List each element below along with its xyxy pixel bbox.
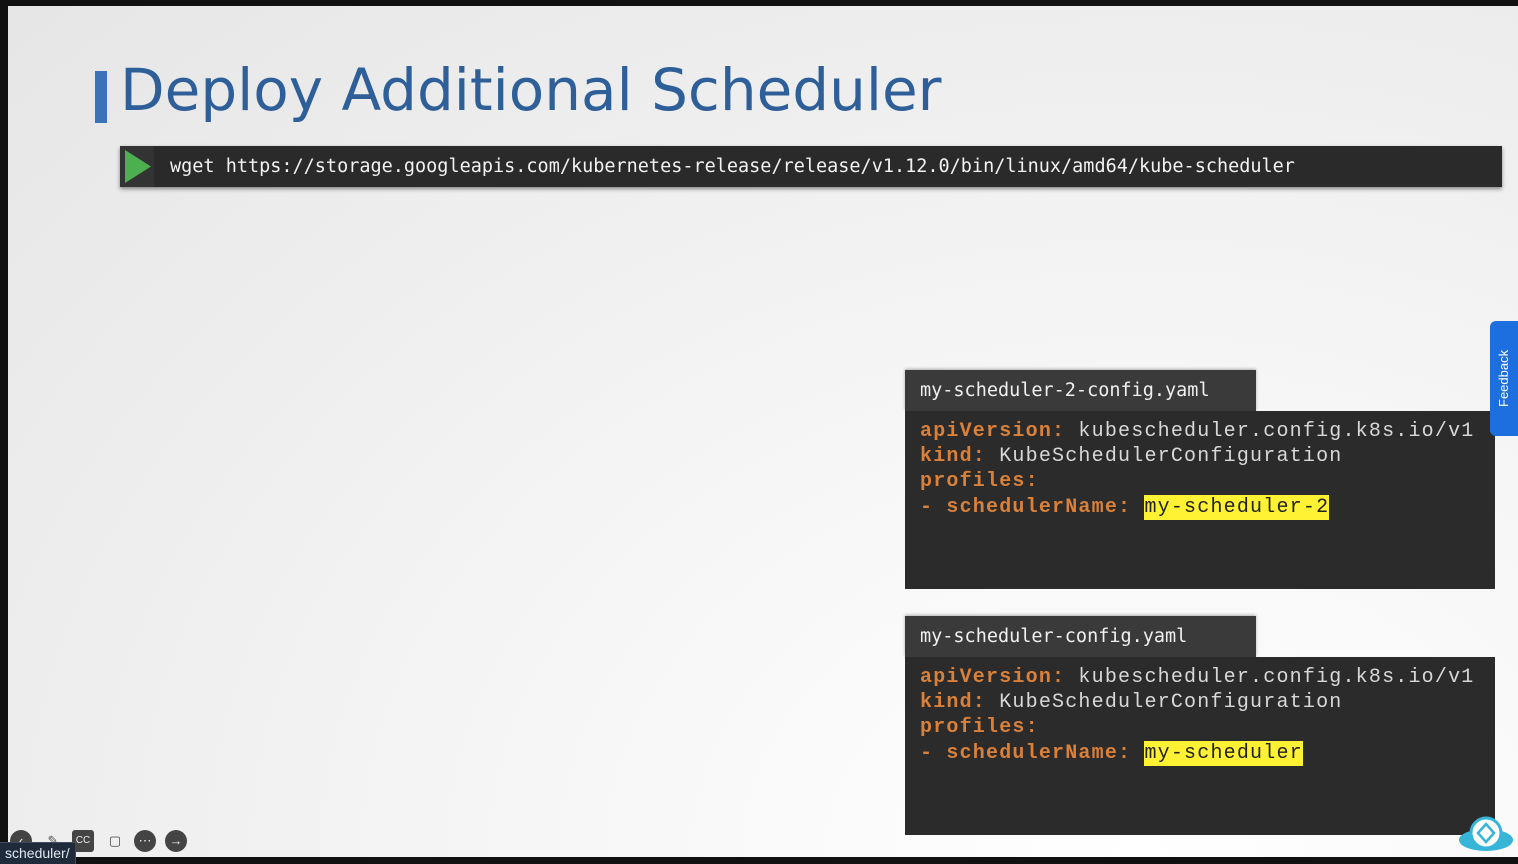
code-line: kind: KubeSchedulerConfiguration: [920, 445, 1343, 468]
code-line: apiVersion: kubescheduler.config.k8s.io/…: [920, 420, 1475, 443]
code-line: - schedulerName: my-scheduler-2: [920, 495, 1330, 520]
file-name: my-scheduler-2-config.yaml: [920, 380, 1210, 401]
next-icon[interactable]: →: [165, 830, 187, 852]
feedback-button[interactable]: Feedback: [1490, 321, 1518, 436]
feedback-label: Feedback: [1496, 349, 1511, 408]
status-url: scheduler/: [0, 842, 76, 864]
camera-off-icon[interactable]: ▢: [104, 830, 126, 852]
highlighted-scheduler-name: my-scheduler: [1144, 741, 1303, 766]
cloud-logo-icon: [1458, 816, 1514, 852]
play-icon: [120, 146, 154, 187]
command-text: wget https://storage.googleapis.com/kube…: [170, 156, 1295, 177]
code-block-my-scheduler-config: apiVersion: kubescheduler.config.k8s.io/…: [905, 657, 1495, 835]
more-icon[interactable]: ⋯: [134, 830, 156, 852]
file-tab-my-scheduler-config: my-scheduler-config.yaml: [905, 616, 1256, 657]
file-name: my-scheduler-config.yaml: [920, 626, 1188, 647]
code-line: apiVersion: kubescheduler.config.k8s.io/…: [920, 666, 1475, 689]
file-tab-my-scheduler-2-config: my-scheduler-2-config.yaml: [905, 370, 1256, 411]
code-block-my-scheduler-2-config: apiVersion: kubescheduler.config.k8s.io/…: [905, 411, 1495, 589]
page-title: Deploy Additional Scheduler: [120, 56, 942, 124]
slide: Deploy Additional Scheduler wget https:/…: [8, 6, 1518, 857]
code-line: profiles:: [920, 716, 1039, 739]
code-line: kind: KubeSchedulerConfiguration: [920, 691, 1343, 714]
highlighted-scheduler-name: my-scheduler-2: [1144, 495, 1330, 520]
code-line: profiles:: [920, 470, 1039, 493]
code-line: - schedulerName: my-scheduler: [920, 741, 1303, 766]
command-box: wget https://storage.googleapis.com/kube…: [120, 146, 1502, 187]
title-accent-bar: [95, 71, 107, 123]
